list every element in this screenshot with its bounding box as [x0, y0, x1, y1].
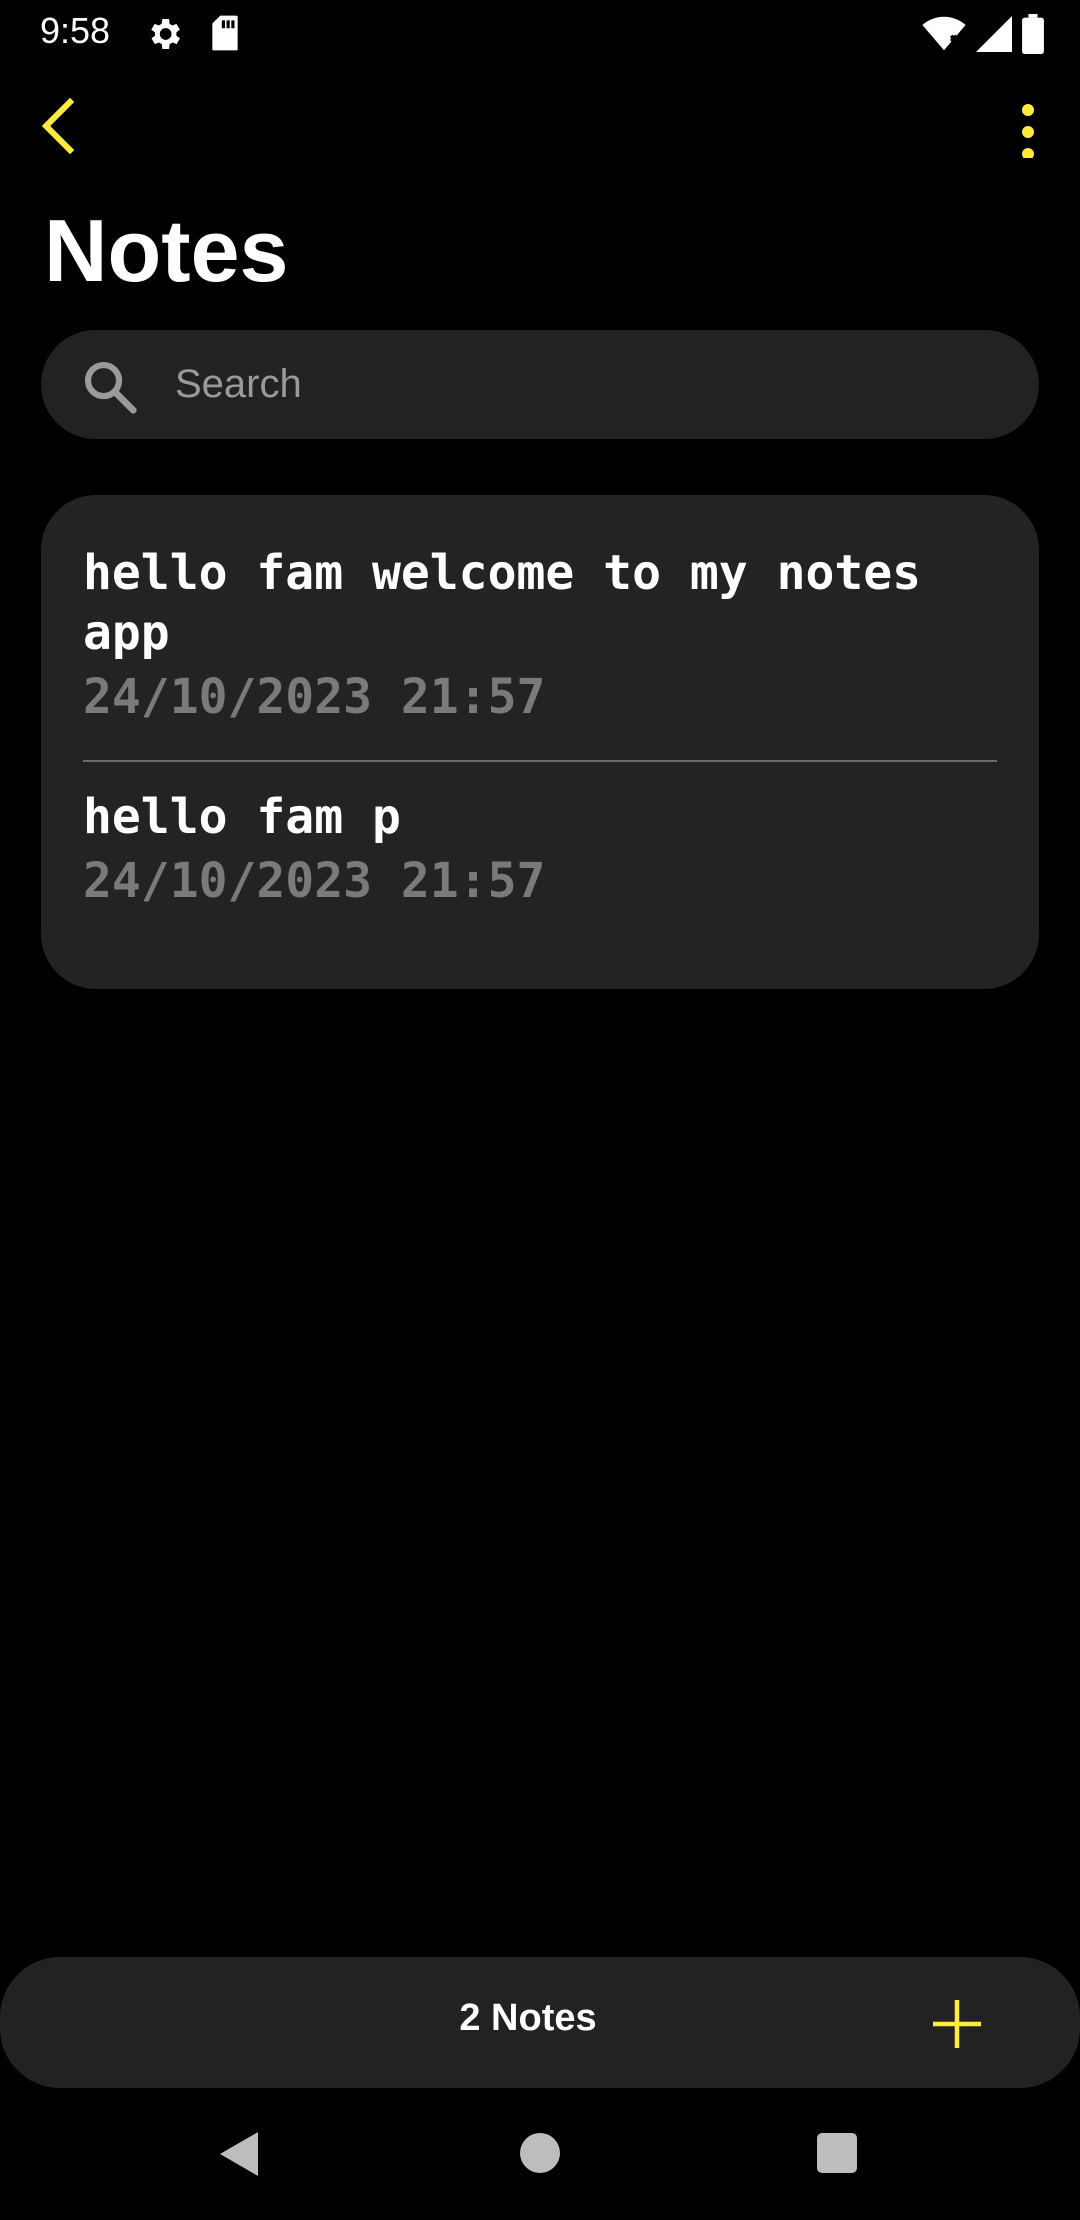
signal-icon: [976, 16, 1012, 52]
page-title: Notes: [44, 201, 289, 300]
sd-card-icon: [212, 15, 238, 51]
chevron-left-icon[interactable]: [30, 94, 94, 158]
battery-icon: [1022, 14, 1044, 54]
status-time: 9:58: [40, 10, 111, 51]
more-vert-icon[interactable]: [1016, 94, 1040, 158]
note-date: 24/10/2023 21:57: [83, 853, 546, 909]
nav-back-icon[interactable]: [218, 2130, 260, 2178]
notes-list: hello fam welcome to my notes app 24/10/…: [41, 495, 1039, 989]
note-title: hello fam welcome to my notes app: [83, 545, 922, 661]
nav-recents-icon[interactable]: [817, 2133, 857, 2173]
notes-count: 2 Notes: [459, 1997, 597, 2039]
bottom-bar: 2 Notes: [0, 1957, 1080, 2088]
toolbar: [0, 88, 1080, 168]
wifi-icon: [922, 16, 966, 51]
search-bar[interactable]: [41, 330, 1039, 439]
nav-home-icon[interactable]: [520, 2133, 560, 2173]
list-item[interactable]: hello fam welcome to my notes app 24/10/…: [83, 543, 997, 727]
search-input[interactable]: [173, 350, 997, 418]
gear-icon: [151, 19, 180, 49]
system-nav-bar: [0, 2100, 1080, 2220]
plus-icon[interactable]: [930, 1997, 984, 2051]
note-title: hello fam p: [83, 789, 401, 845]
search-icon: [84, 361, 137, 414]
list-item[interactable]: hello fam p 24/10/2023 21:57: [83, 787, 997, 911]
divider: [83, 760, 997, 762]
status-icons-right: [922, 14, 1044, 54]
note-date: 24/10/2023 21:57: [83, 669, 546, 725]
status-bar: 9:58: [0, 0, 1080, 66]
